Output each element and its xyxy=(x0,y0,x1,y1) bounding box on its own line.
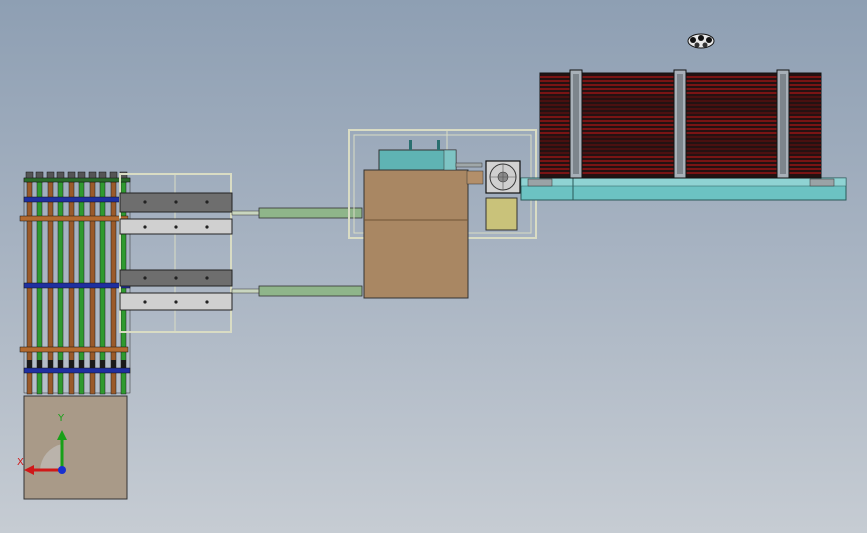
bus-bar-rack[interactable] xyxy=(19,171,131,395)
motor-fitting-b xyxy=(437,140,440,150)
gearbox xyxy=(485,197,518,231)
motor-endcap xyxy=(443,149,457,171)
clamp-bolt xyxy=(143,225,147,229)
rack-rod-collar xyxy=(111,360,116,368)
rack-rod-collar xyxy=(58,360,63,368)
arm-tube-lower xyxy=(258,285,363,297)
rack-rod-collar xyxy=(69,360,74,368)
clamp-frame[interactable] xyxy=(119,173,233,333)
clamp-bolt xyxy=(205,200,209,204)
gear-motor-icon xyxy=(485,160,521,194)
rack-rod-collar xyxy=(100,360,105,368)
rack-crossbar xyxy=(23,367,131,374)
model-canvas[interactable] xyxy=(0,0,867,533)
rack-band-top xyxy=(23,177,131,183)
triad-x-label: X xyxy=(17,457,24,468)
rack-crossbar xyxy=(23,196,131,203)
clamp-bolt xyxy=(205,276,209,280)
arm-shaft-upper xyxy=(231,210,261,216)
drive-shaft xyxy=(455,162,483,168)
rail-stop-left xyxy=(527,178,553,187)
rack-band-orange xyxy=(19,346,129,353)
rack-rod-collar xyxy=(37,360,42,368)
clamp-bolt xyxy=(143,200,147,204)
coil-post-inner xyxy=(573,74,579,174)
coil-post-inner xyxy=(677,74,683,174)
central-housing[interactable] xyxy=(348,129,537,299)
rack-rod-collar xyxy=(48,360,53,368)
rail-stop-right xyxy=(809,178,835,187)
clamp-bolts xyxy=(143,200,209,304)
clamp-bolt xyxy=(174,225,178,229)
arm-tube-upper xyxy=(258,207,363,219)
coil-stack[interactable] xyxy=(539,69,822,179)
rack-rod-collar xyxy=(79,360,84,368)
rack-rod-collar xyxy=(27,360,32,368)
rail-top xyxy=(520,177,847,187)
base-block-body xyxy=(23,395,128,500)
arm-shaft-lower xyxy=(231,288,261,294)
view-cube-icon[interactable] xyxy=(687,33,715,49)
rack-band-orange xyxy=(19,215,129,222)
clamp-bolt xyxy=(174,276,178,280)
clamp-bolt xyxy=(174,200,178,204)
motor-fitting-a xyxy=(409,140,412,150)
clamp-bolt xyxy=(143,276,147,280)
rack-rod-collar xyxy=(90,360,95,368)
clamp-bolt xyxy=(143,300,147,304)
base-block[interactable] xyxy=(23,395,128,500)
conveyor-rail[interactable] xyxy=(520,177,847,201)
triad-y-label: Y xyxy=(58,413,65,424)
graphics-viewport[interactable]: X Y xyxy=(0,0,867,533)
housing-box xyxy=(363,169,469,299)
clamp-bolt xyxy=(205,300,209,304)
rack-rod-collar xyxy=(121,360,126,368)
rack-crossbar xyxy=(23,282,131,289)
housing-connector xyxy=(466,170,484,185)
coil-post-inner xyxy=(780,74,786,174)
triad-z-axis xyxy=(58,466,66,474)
clamp-bolt xyxy=(205,225,209,229)
clamp-bolt xyxy=(174,300,178,304)
transfer-arm[interactable] xyxy=(231,207,363,297)
